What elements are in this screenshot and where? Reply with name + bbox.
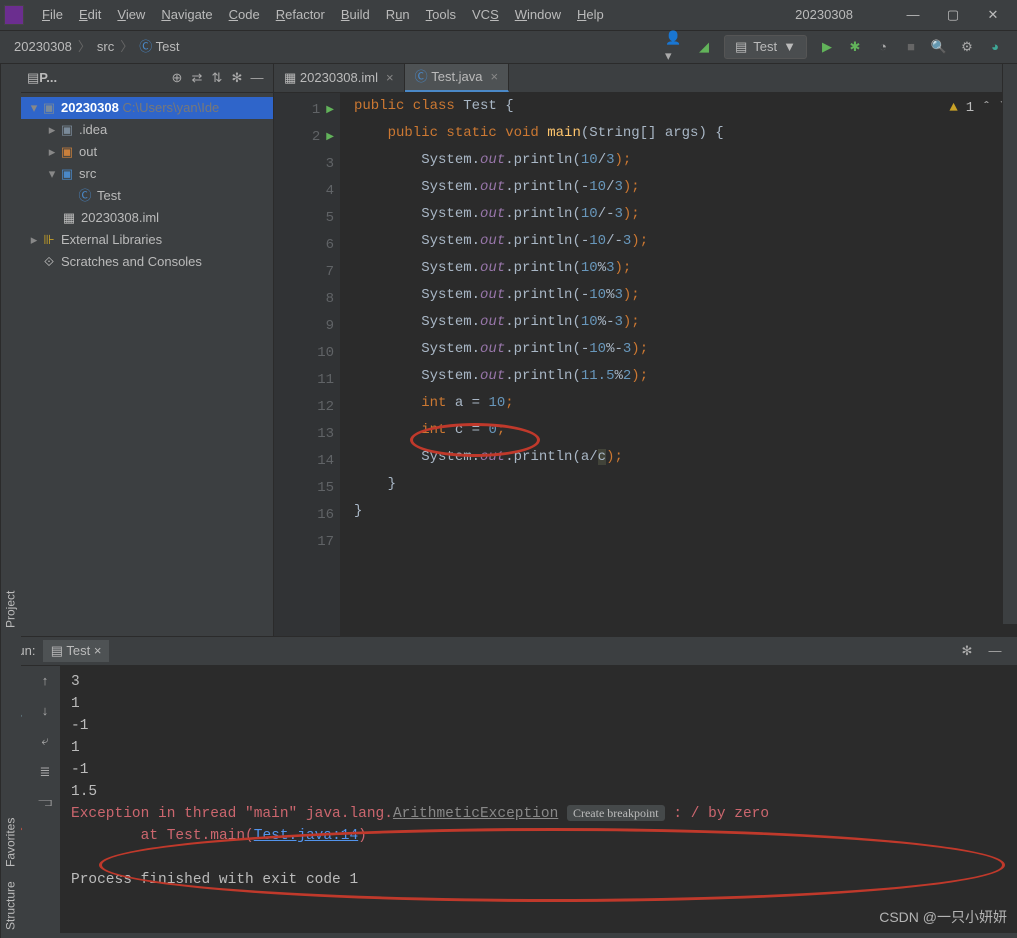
collapse-icon[interactable]: ⇅	[207, 69, 227, 87]
tree-test-class[interactable]: ⒸTest	[21, 185, 273, 207]
clear-icon[interactable]: ⫎	[38, 793, 52, 811]
left-tool-strip-bottom: Structure Favorites	[0, 634, 21, 938]
debug-button[interactable]: ✱	[844, 36, 866, 58]
down-icon[interactable]: ↓	[42, 702, 49, 720]
project-label[interactable]: P...	[39, 69, 167, 87]
tree-iml[interactable]: ▦20230308.iml	[21, 207, 273, 229]
app-icon	[4, 5, 24, 25]
up-icon[interactable]: ↑	[42, 672, 49, 690]
tool-project[interactable]: Project	[3, 591, 20, 628]
inspection-widget[interactable]: ▲1ˆˇ	[949, 99, 1007, 119]
run-tool-window: Run: ▤ Test × ✻ — ▶ 🔧 ◻ ⫙ 🖶 📌 ↑ ↓ ⤶ ≣ ⫎ …	[0, 636, 1017, 933]
hide-icon[interactable]: —	[984, 640, 1006, 662]
window-title: 20230308	[795, 6, 853, 24]
close-icon[interactable]: ×	[491, 68, 499, 86]
editor: ▦ 20230308.iml× Ⓒ Test.java× 1▶ 2▶ 3 4 5…	[274, 64, 1017, 636]
code-editor[interactable]: ▲1ˆˇ public class Test { public static v…	[340, 93, 1017, 636]
menu-bar: File Edit View Navigate Code Refactor Bu…	[0, 0, 1017, 31]
gear-icon[interactable]: ✻	[956, 640, 978, 662]
navigation-bar: 20230308 〉 src 〉 Ⓒ Test 👤▾ ◢ ▤ Test ▼ ▶ …	[0, 31, 1017, 64]
close-icon[interactable]: ×	[386, 69, 394, 87]
menu-run[interactable]: Run	[378, 6, 418, 24]
menu-help[interactable]: Help	[569, 6, 612, 24]
menu-edit[interactable]: Edit	[71, 6, 109, 24]
menu-build[interactable]: Build	[333, 6, 378, 24]
tab-test-java[interactable]: Ⓒ Test.java×	[405, 64, 510, 92]
tree-scratches[interactable]: ⟐Scratches and Consoles	[21, 251, 273, 273]
gear-icon[interactable]: ✻	[227, 69, 247, 87]
stop-button[interactable]: ■	[900, 36, 922, 58]
tool-favorites[interactable]: Favorites	[3, 818, 20, 867]
hammer-icon[interactable]: ◢	[693, 36, 715, 58]
run-config-select[interactable]: ▤ Test ▼	[724, 35, 807, 59]
right-tool-strip	[1002, 64, 1017, 624]
tab-iml[interactable]: ▦ 20230308.iml×	[274, 64, 405, 92]
menu-navigate[interactable]: Navigate	[153, 6, 220, 24]
run-button[interactable]: ▶	[816, 36, 838, 58]
locate-icon[interactable]: ⊕	[167, 69, 187, 87]
close-icon[interactable]: ×	[94, 643, 102, 658]
search-icon[interactable]: 🔍	[928, 36, 950, 58]
menu-file[interactable]: File	[34, 6, 71, 24]
run-tab[interactable]: ▤ Test ×	[43, 640, 110, 662]
profiler-icon[interactable]: ◕	[984, 36, 1006, 58]
maximize-button[interactable]: ▢	[933, 6, 973, 24]
console-output[interactable]: 3 1 -1 1 -1 1.5 Exception in thread "mai…	[61, 666, 1017, 933]
close-button[interactable]: ✕	[973, 6, 1013, 24]
breadcrumb-src[interactable]: src	[91, 38, 120, 56]
user-icon[interactable]: 👤▾	[665, 36, 687, 58]
tree-out[interactable]: ▸▣out	[21, 141, 273, 163]
gutter[interactable]: 1▶ 2▶ 3 4 5 6 7 8 9 10 11 12 13 14 15 16…	[274, 93, 340, 636]
project-tree: ▾▣20230308 C:\Users\yan\Ide ▸▣.idea ▸▣ou…	[21, 93, 273, 277]
watermark: CSDN @一只小妍妍	[879, 908, 1007, 928]
hide-icon[interactable]: —	[247, 69, 267, 87]
tree-external-libs[interactable]: ▸⊪External Libraries	[21, 229, 273, 251]
tree-src[interactable]: ▾▣src	[21, 163, 273, 185]
stacktrace-link[interactable]: Test.java:14	[254, 828, 358, 844]
coverage-button[interactable]: ◔	[872, 36, 894, 58]
left-tool-strip: Project	[0, 64, 21, 636]
project-panel: ▤ P... ⊕ ⇄ ⇅ ✻ — ▾▣20230308 C:\Users\yan…	[21, 64, 274, 636]
settings-icon[interactable]: ⚙	[956, 36, 978, 58]
menu-refactor[interactable]: Refactor	[268, 6, 333, 24]
menu-tools[interactable]: Tools	[418, 6, 464, 24]
breadcrumb-root[interactable]: 20230308	[8, 38, 78, 56]
menu-view[interactable]: View	[109, 6, 153, 24]
menu-code[interactable]: Code	[221, 6, 268, 24]
tree-project-root[interactable]: ▾▣20230308 C:\Users\yan\Ide	[21, 97, 273, 119]
minimize-button[interactable]: ―	[893, 6, 933, 24]
expand-icon[interactable]: ⇄	[187, 69, 207, 87]
wrap-icon[interactable]: ⤶	[41, 732, 48, 750]
tree-idea[interactable]: ▸▣.idea	[21, 119, 273, 141]
console-toolbar: ↑ ↓ ⤶ ≣ ⫎	[30, 666, 61, 933]
tool-structure[interactable]: Structure	[3, 881, 20, 930]
editor-tabs: ▦ 20230308.iml× Ⓒ Test.java×	[274, 64, 1017, 93]
menu-window[interactable]: Window	[507, 6, 569, 24]
breadcrumb-leaf[interactable]: Ⓒ Test	[133, 38, 185, 56]
scroll-icon[interactable]: ≣	[40, 763, 51, 781]
menu-vcs[interactable]: VCS	[464, 6, 507, 24]
create-breakpoint-button[interactable]: Create breakpoint	[567, 805, 665, 821]
